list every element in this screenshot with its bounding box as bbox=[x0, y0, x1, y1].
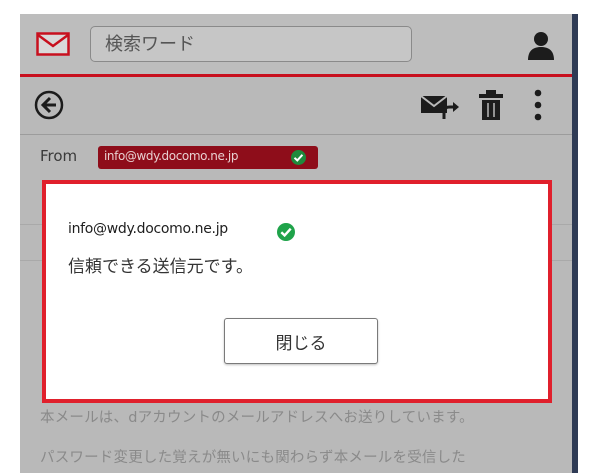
body-line: パスワード変更した覚えが無いにも関わらず本メールを受信した bbox=[40, 450, 467, 466]
check-circle-icon bbox=[277, 223, 295, 241]
search-input[interactable] bbox=[90, 26, 412, 62]
sender-address: info@wdy.docomo.ne.jp bbox=[104, 149, 239, 163]
trash-icon[interactable] bbox=[478, 89, 504, 121]
body-line: 本メールは、dアカウントのメールアドレスへお送りしています。 bbox=[40, 410, 474, 426]
sender-verified-dialog: info@wdy.docomo.ne.jp 信頼できる送信元です。 閉じる bbox=[42, 180, 552, 403]
search-header bbox=[20, 14, 572, 77]
check-circle-icon bbox=[291, 150, 306, 165]
dialog-sender-address: info@wdy.docomo.ne.jp bbox=[68, 221, 228, 237]
dialog-message: 信頼できる送信元です。 bbox=[68, 257, 253, 277]
from-label: From bbox=[40, 147, 78, 165]
sender-chip[interactable]: info@wdy.docomo.ne.jp bbox=[98, 146, 318, 169]
back-arrow-icon[interactable] bbox=[34, 90, 64, 120]
mail-icon[interactable] bbox=[36, 32, 70, 56]
more-vertical-icon[interactable] bbox=[532, 89, 544, 121]
message-toolbar bbox=[20, 77, 572, 135]
from-row: From info@wdy.docomo.ne.jp bbox=[20, 135, 572, 179]
close-button[interactable]: 閉じる bbox=[224, 318, 378, 364]
account-icon[interactable] bbox=[526, 30, 556, 60]
mail-app-screen: From info@wdy.docomo.ne.jp 本メールは、dアカウントの… bbox=[20, 14, 572, 473]
reply-mail-icon[interactable] bbox=[420, 93, 460, 121]
device-edge bbox=[572, 14, 578, 473]
